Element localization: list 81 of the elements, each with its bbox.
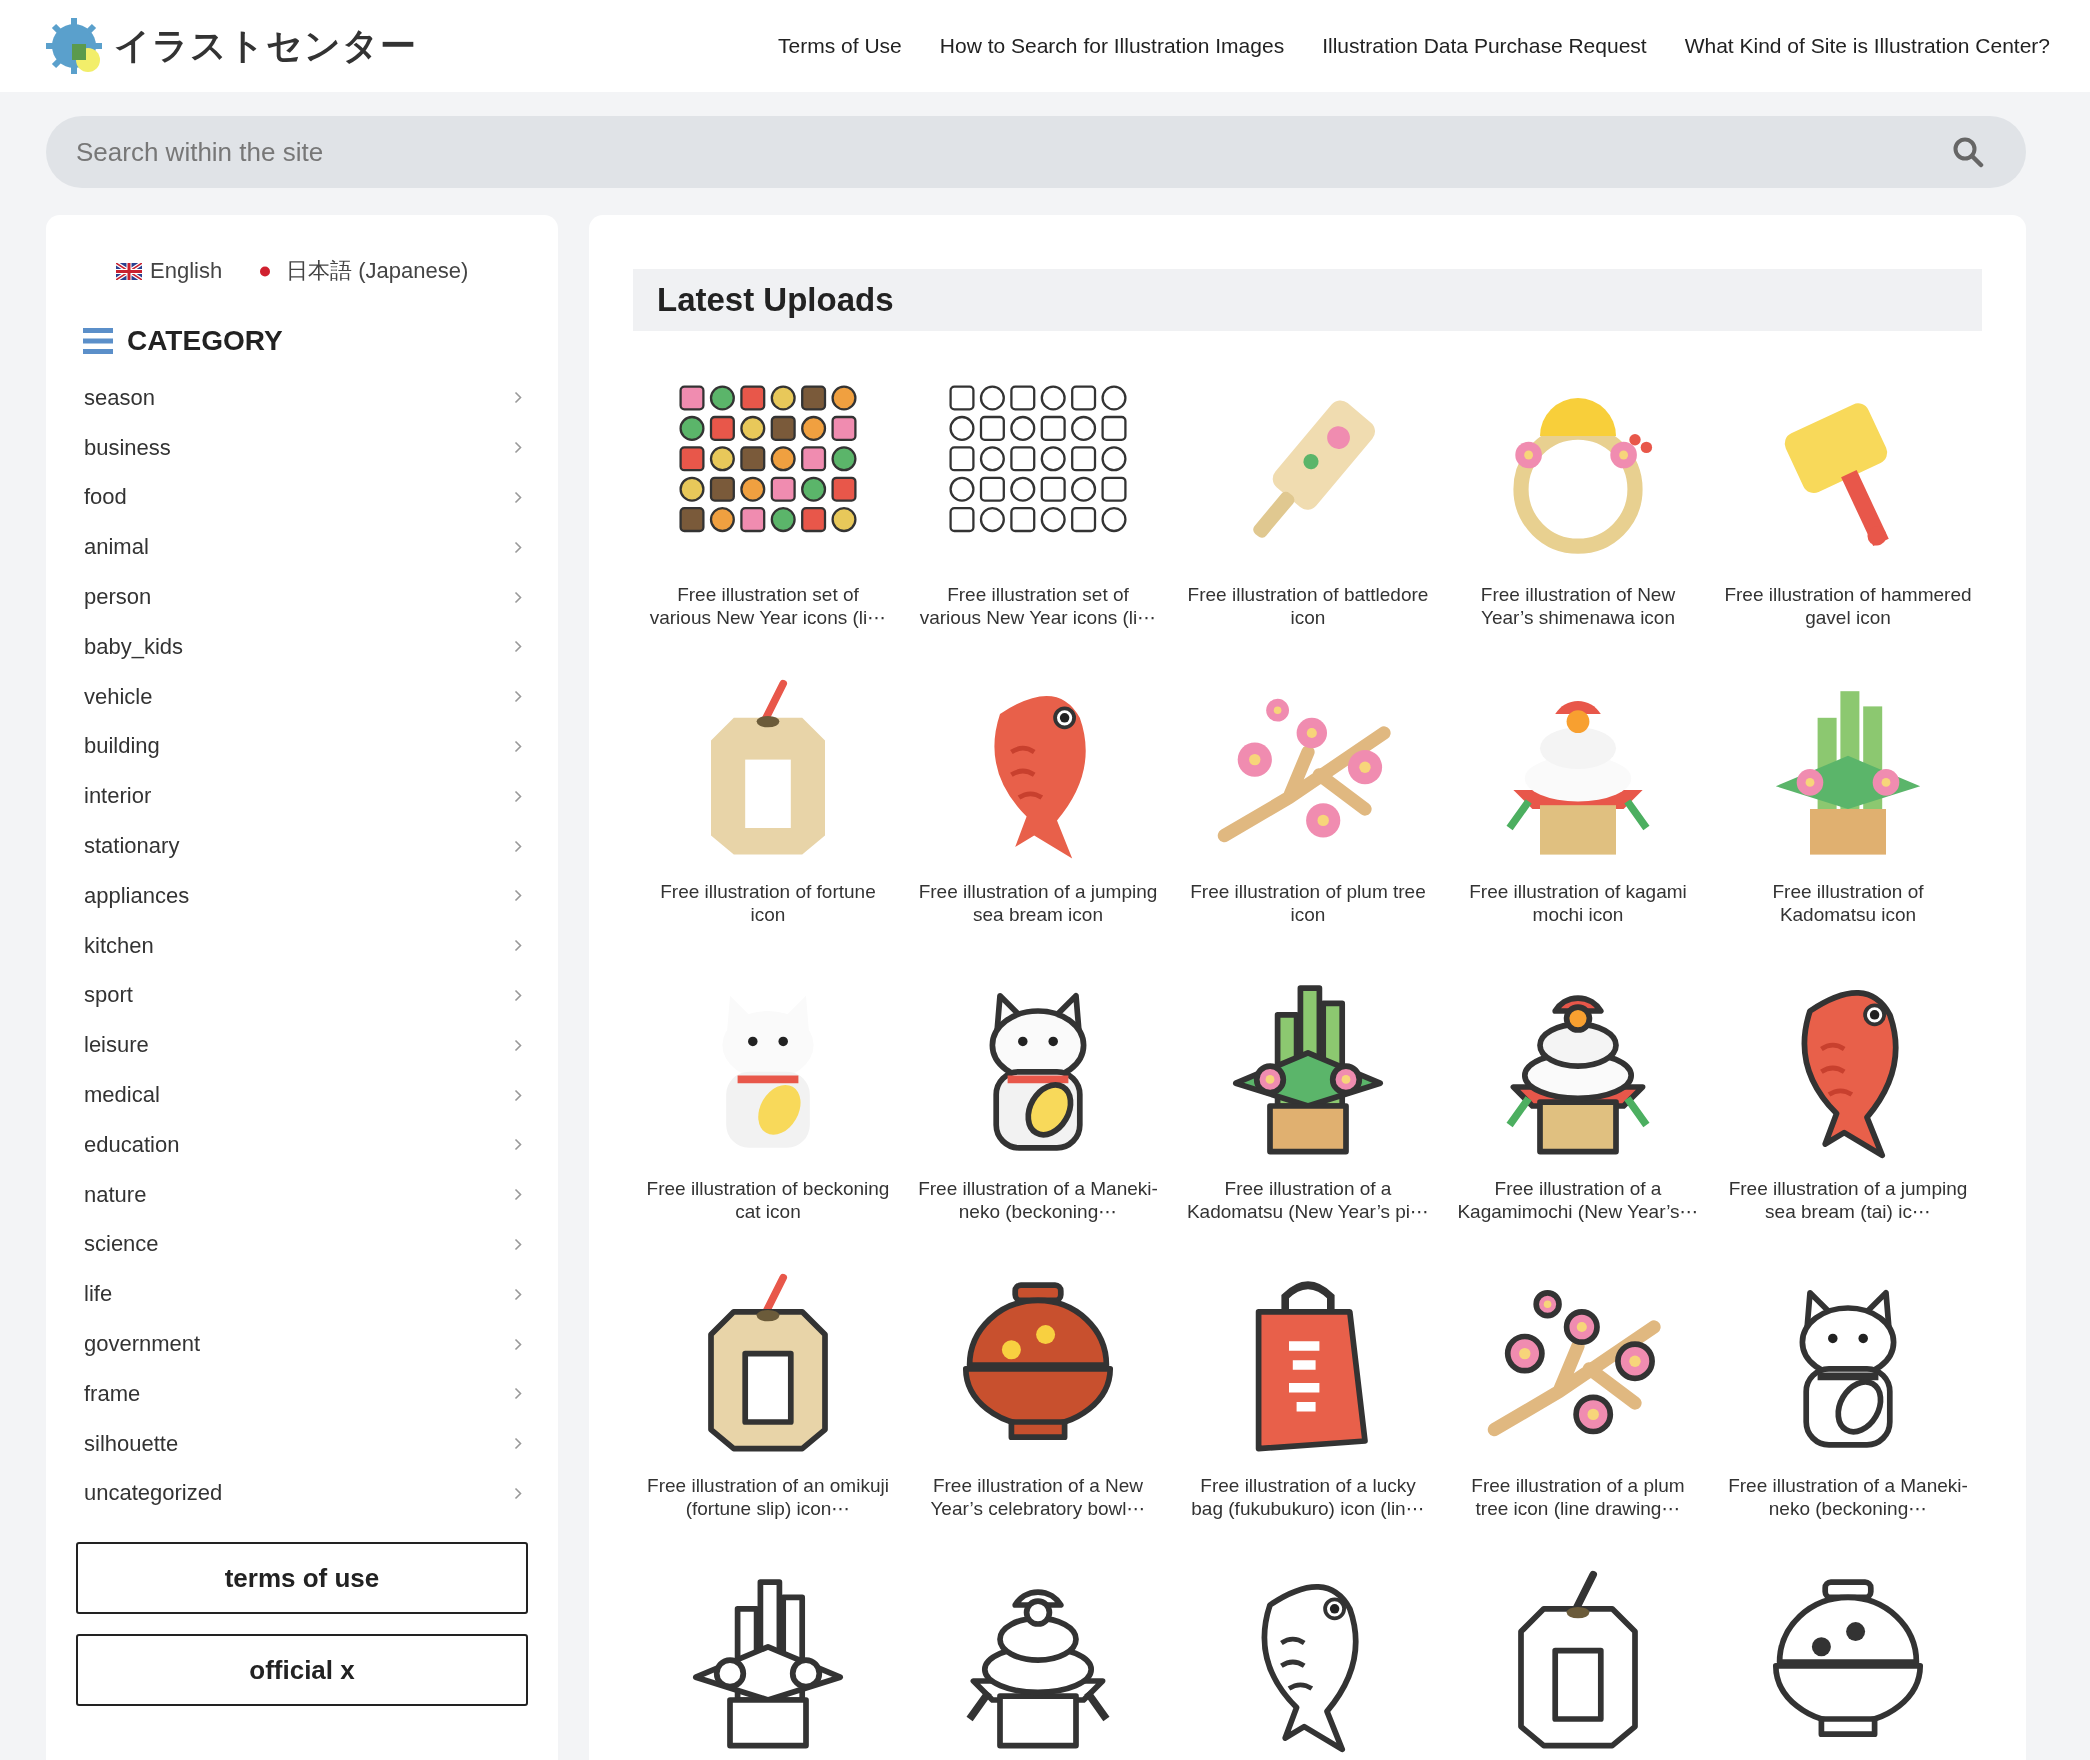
chevron-right-icon: [514, 1437, 522, 1451]
category-item[interactable]: building: [76, 721, 528, 772]
category-item[interactable]: leisure: [76, 1020, 528, 1071]
nav-link[interactable]: Illustration Data Purchase Request: [1322, 34, 1647, 58]
search-icon[interactable]: [1952, 136, 1984, 168]
chevron-right-icon: [514, 640, 522, 654]
chevron-right-icon: [514, 889, 522, 903]
illustration-caption[interactable]: Free illustration of battledore icon: [1184, 583, 1432, 629]
search-field[interactable]: Search within the site: [46, 116, 2026, 188]
chevron-right-icon: [514, 590, 522, 604]
chevron-right-icon: [514, 441, 522, 455]
chevron-right-icon: [514, 939, 522, 953]
chevron-right-icon: [514, 789, 522, 803]
category-item[interactable]: stationary: [76, 821, 528, 871]
illustration-caption[interactable]: Free illustration set of various New Year icons (li⋯: [914, 583, 1162, 629]
category-item[interactable]: season: [76, 373, 528, 423]
illustration-caption[interactable]: Free illustration of a jumping sea bream icon: [914, 880, 1162, 926]
category-item[interactable]: frame: [76, 1368, 528, 1419]
illustration-caption[interactable]: Free illustration of plum tree icon: [1184, 880, 1432, 926]
illustration-caption[interactable]: Free illustration of kagami mochi icon: [1454, 880, 1702, 926]
illustration-caption[interactable]: Free illustration set of various New Year icons (li⋯: [644, 583, 892, 629]
site-logo-text[interactable]: イラストセンター: [114, 21, 417, 71]
chevron-right-icon: [514, 1237, 522, 1251]
sidebar-button[interactable]: terms of use: [76, 1542, 528, 1615]
chevron-right-icon: [514, 391, 522, 405]
chevron-right-icon: [514, 540, 522, 554]
chevron-right-icon: [514, 988, 522, 1002]
illustration-caption[interactable]: Free illustration of a Kadomatsu (New Year’s pi⋯: [1184, 1177, 1432, 1223]
chevron-right-icon: [514, 1088, 522, 1102]
language-link[interactable]: 日本語 (Japanese): [252, 256, 469, 286]
chevron-right-icon: [514, 1038, 522, 1052]
category-heading: CATEGORY: [127, 325, 283, 357]
sidebar-button[interactable]: official x: [76, 1634, 528, 1707]
chevron-right-icon: [514, 839, 522, 853]
illustration-caption[interactable]: Free illustration of a Maneki-neko (beckoning⋯: [914, 1177, 1162, 1223]
nav-link[interactable]: What Kind of Site is Illustration Center?: [1684, 34, 2050, 58]
illustration-caption[interactable]: Free illustration of a Kagamimochi (New Year’s⋯: [1454, 1177, 1702, 1223]
illustration-caption[interactable]: Free illustration of hammered gavel icon: [1724, 583, 1972, 629]
illustration-caption[interactable]: Free illustration of beckoning cat icon: [644, 1177, 892, 1223]
category-item[interactable]: silhouette: [76, 1418, 528, 1469]
chevron-right-icon: [514, 491, 522, 504]
category-item[interactable]: food: [76, 472, 528, 523]
category-item[interactable]: government: [76, 1319, 528, 1369]
category-item[interactable]: uncategorized: [76, 1468, 528, 1519]
section-heading: Latest Uploads: [633, 269, 1982, 331]
chevron-right-icon: [514, 739, 522, 753]
category-item[interactable]: business: [76, 422, 528, 473]
category-item[interactable]: baby_kids: [76, 622, 528, 672]
language-link[interactable]: English: [116, 258, 223, 284]
nav-link[interactable]: Terms of Use: [778, 34, 902, 58]
category-item[interactable]: vehicle: [76, 671, 528, 722]
chevron-right-icon: [514, 1387, 522, 1401]
chevron-right-icon: [514, 690, 522, 704]
category-item[interactable]: education: [76, 1119, 528, 1170]
flag-icon: [116, 262, 142, 280]
category-item[interactable]: nature: [76, 1169, 528, 1220]
illustration-caption[interactable]: Free illustration of an omikuji (fortune slip) icon⋯: [644, 1474, 892, 1520]
menu-icon: [83, 328, 113, 354]
illustration-caption[interactable]: Free illustration of a Maneki-neko (beckoning⋯: [1724, 1474, 1972, 1520]
chevron-right-icon: [514, 1138, 522, 1152]
chevron-right-icon: [514, 1337, 522, 1351]
nav-link[interactable]: How to Search for Illustration Images: [939, 34, 1285, 58]
category-item[interactable]: animal: [76, 522, 528, 573]
category-item[interactable]: person: [76, 572, 528, 622]
illustration-caption[interactable]: Free illustration of Kadomatsu icon: [1724, 880, 1972, 926]
chevron-right-icon: [514, 1188, 522, 1202]
category-item[interactable]: sport: [76, 970, 528, 1021]
chevron-right-icon: [514, 1486, 522, 1500]
category-item[interactable]: life: [76, 1269, 528, 1320]
illustration-caption[interactable]: Free illustration of a plum tree icon (line drawing⋯: [1454, 1474, 1702, 1520]
chevron-right-icon: [514, 1287, 522, 1301]
illustration-caption[interactable]: Free illustration of New Year’s shimenawa icon: [1454, 583, 1702, 629]
illustration-caption[interactable]: Free illustration of fortune icon: [644, 880, 892, 926]
category-item[interactable]: appliances: [76, 870, 528, 921]
category-item[interactable]: medical: [76, 1070, 528, 1120]
category-item[interactable]: kitchen: [76, 920, 528, 971]
illustration-caption[interactable]: Free illustration of a lucky bag (fukubukuro) icon (lin⋯: [1184, 1474, 1432, 1520]
illustration-caption[interactable]: Free illustration of a New Year’s celebratory bowl⋯: [914, 1474, 1162, 1520]
category-item[interactable]: science: [76, 1219, 528, 1270]
illustration-caption[interactable]: Free illustration of a jumping sea bream (tai) ic⋯: [1724, 1177, 1972, 1223]
category-item[interactable]: interior: [76, 771, 528, 822]
